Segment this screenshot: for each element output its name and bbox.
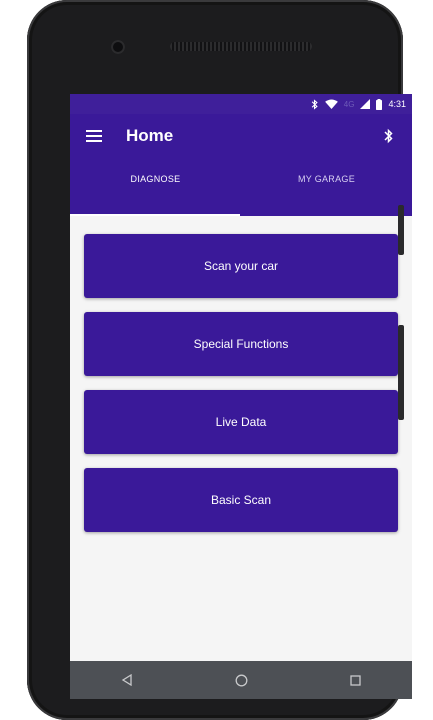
earpiece-speaker [170, 42, 312, 51]
tab-bar: DIAGNOSE MY GARAGE [70, 158, 412, 216]
power-button [398, 325, 404, 420]
status-bar: 4G 4:31 [70, 94, 412, 114]
basic-scan-button[interactable]: Basic Scan [84, 468, 398, 532]
home-icon[interactable] [223, 665, 259, 695]
app-bar: Home [70, 114, 412, 158]
status-time: 4:31 [388, 99, 406, 109]
front-camera [111, 40, 125, 54]
scan-your-car-button[interactable]: Scan your car [84, 234, 398, 298]
tab-my-garage[interactable]: MY GARAGE [241, 158, 412, 216]
phone-frame: 4G 4:31 Home DIAGNOSE MY GARAGE Scan you… [27, 0, 412, 720]
bluetooth-icon[interactable] [376, 124, 400, 148]
tab-diagnose[interactable]: DIAGNOSE [70, 158, 241, 216]
special-functions-label: Special Functions [193, 337, 289, 351]
live-data-button[interactable]: Live Data [84, 390, 398, 454]
wifi-icon [324, 99, 338, 109]
battery-icon [376, 98, 383, 110]
system-nav-bar [70, 661, 412, 699]
selected-tab-indicator [70, 214, 240, 216]
basic-scan-label: Basic Scan [210, 493, 272, 507]
back-icon[interactable] [109, 665, 145, 695]
recents-icon[interactable] [337, 665, 373, 695]
hamburger-menu-icon[interactable] [82, 124, 106, 148]
special-functions-button[interactable]: Special Functions [84, 312, 398, 376]
scan-your-car-label: Scan your car [203, 259, 279, 273]
network-type-label: 4G [343, 99, 355, 109]
tab-my-garage-label: MY GARAGE [297, 174, 356, 184]
tab-diagnose-label: DIAGNOSE [130, 174, 181, 184]
signal-icon [360, 99, 371, 109]
live-data-label: Live Data [215, 415, 267, 429]
device-screen: 4G 4:31 Home DIAGNOSE MY GARAGE Scan you… [70, 94, 412, 699]
main-content: Scan your car Special Functions Live Dat… [70, 216, 412, 532]
status-bluetooth-icon [310, 98, 319, 110]
page-title: Home [126, 126, 174, 145]
volume-button [398, 205, 404, 255]
